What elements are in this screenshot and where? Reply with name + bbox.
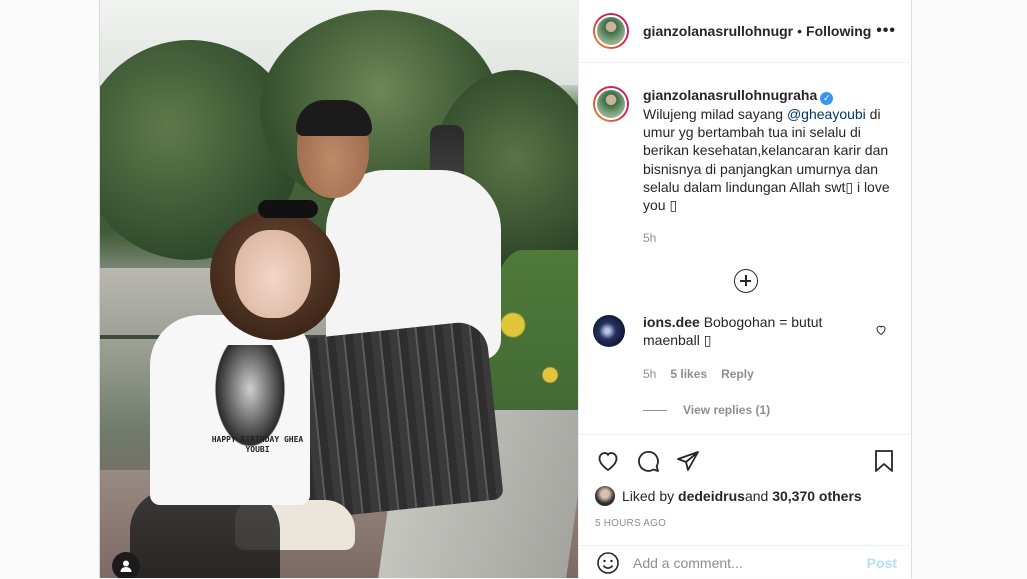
caption-username[interactable]: gianzolanasrullohnugraha [643,87,817,103]
caption: gianzolanasrullohnugraha ✓ Wilujeng milad… [579,64,913,247]
add-comment-bar: Post [579,545,913,579]
post-sidebar: gianzolanasrullohnugr • Following ••• gi… [578,0,913,578]
plus-circle-icon[interactable] [734,269,758,294]
user-icon[interactable] [112,552,140,578]
photo-man-hair [296,100,372,136]
likes-summary: Liked by dedeidrus and 30,370 others [579,486,913,506]
comments-panel[interactable]: gianzolanasrullohnugraha ✓ Wilujeng milad… [579,64,913,434]
heart-icon[interactable] [595,448,621,474]
likes-user[interactable]: dedeidrus [678,488,745,504]
photo-man-pants [281,319,504,521]
comment-input[interactable] [633,554,867,571]
photo-woman-face [235,230,311,318]
reply-button[interactable]: Reply [721,365,754,383]
photo-shirt-text: HAPPY BIRTHDAY GHEA YOUBI [211,435,304,454]
share-icon[interactable] [675,448,701,474]
caption-time[interactable]: 5h [643,229,893,247]
caption-text: Wilujeng milad sayang [643,106,787,122]
avatar[interactable] [593,86,629,122]
bookmark-icon[interactable] [871,448,897,474]
replies-divider [643,409,667,411]
view-replies-button[interactable]: View replies (1) [643,401,868,419]
post-actions: Liked by dedeidrus and 30,370 others 5 H… [579,434,913,578]
caption-text: di umur yg bertambah tua ini selalu di b… [643,106,890,214]
photo-sunglasses [258,200,318,218]
comment-likes[interactable]: 5 likes [670,365,707,383]
likes-middle: and [744,488,769,504]
following-button[interactable]: Following [806,23,871,39]
load-more-comments[interactable] [579,269,913,294]
comment-icon[interactable] [635,448,661,474]
post-modal: HAPPY BIRTHDAY GHEA YOUBI gianzolanasrul… [99,0,913,578]
more-options-icon[interactable]: ••• [876,22,896,40]
header-username[interactable]: gianzolanasrullohnugr [643,23,793,39]
likes-prefix: Liked by [622,488,675,504]
post-button[interactable]: Post [867,555,897,571]
separator-dot: • [797,23,803,39]
action-bar [579,435,913,487]
heart-icon[interactable] [875,323,887,341]
avatar[interactable] [593,13,629,49]
post-photo[interactable]: HAPPY BIRTHDAY GHEA YOUBI [100,0,578,578]
comment-item: ions.dee Bobogohan = butut maenball ▯ 5h… [579,293,913,419]
post-timestamp[interactable]: 5 HOURS AGO [579,518,913,529]
likes-count[interactable]: 30,370 others [772,488,862,504]
avatar[interactable] [593,315,625,348]
view-replies-label: View replies (1) [683,403,771,418]
caption-body: gianzolanasrullohnugraha ✓ Wilujeng milad… [643,86,893,247]
comment-username[interactable]: ions.dee [643,314,700,330]
comment-time[interactable]: 5h [643,365,656,383]
verified-badge-icon: ✓ [820,92,834,105]
post-header: gianzolanasrullohnugr • Following ••• [579,0,912,63]
caption-mention[interactable]: @gheayoubi [787,106,866,122]
comment-meta: 5h 5 likes Reply [643,365,868,383]
emoji-icon[interactable] [595,550,621,576]
comment-body: ions.dee Bobogohan = butut maenball ▯ 5h… [643,313,868,419]
avatar[interactable] [595,486,615,506]
